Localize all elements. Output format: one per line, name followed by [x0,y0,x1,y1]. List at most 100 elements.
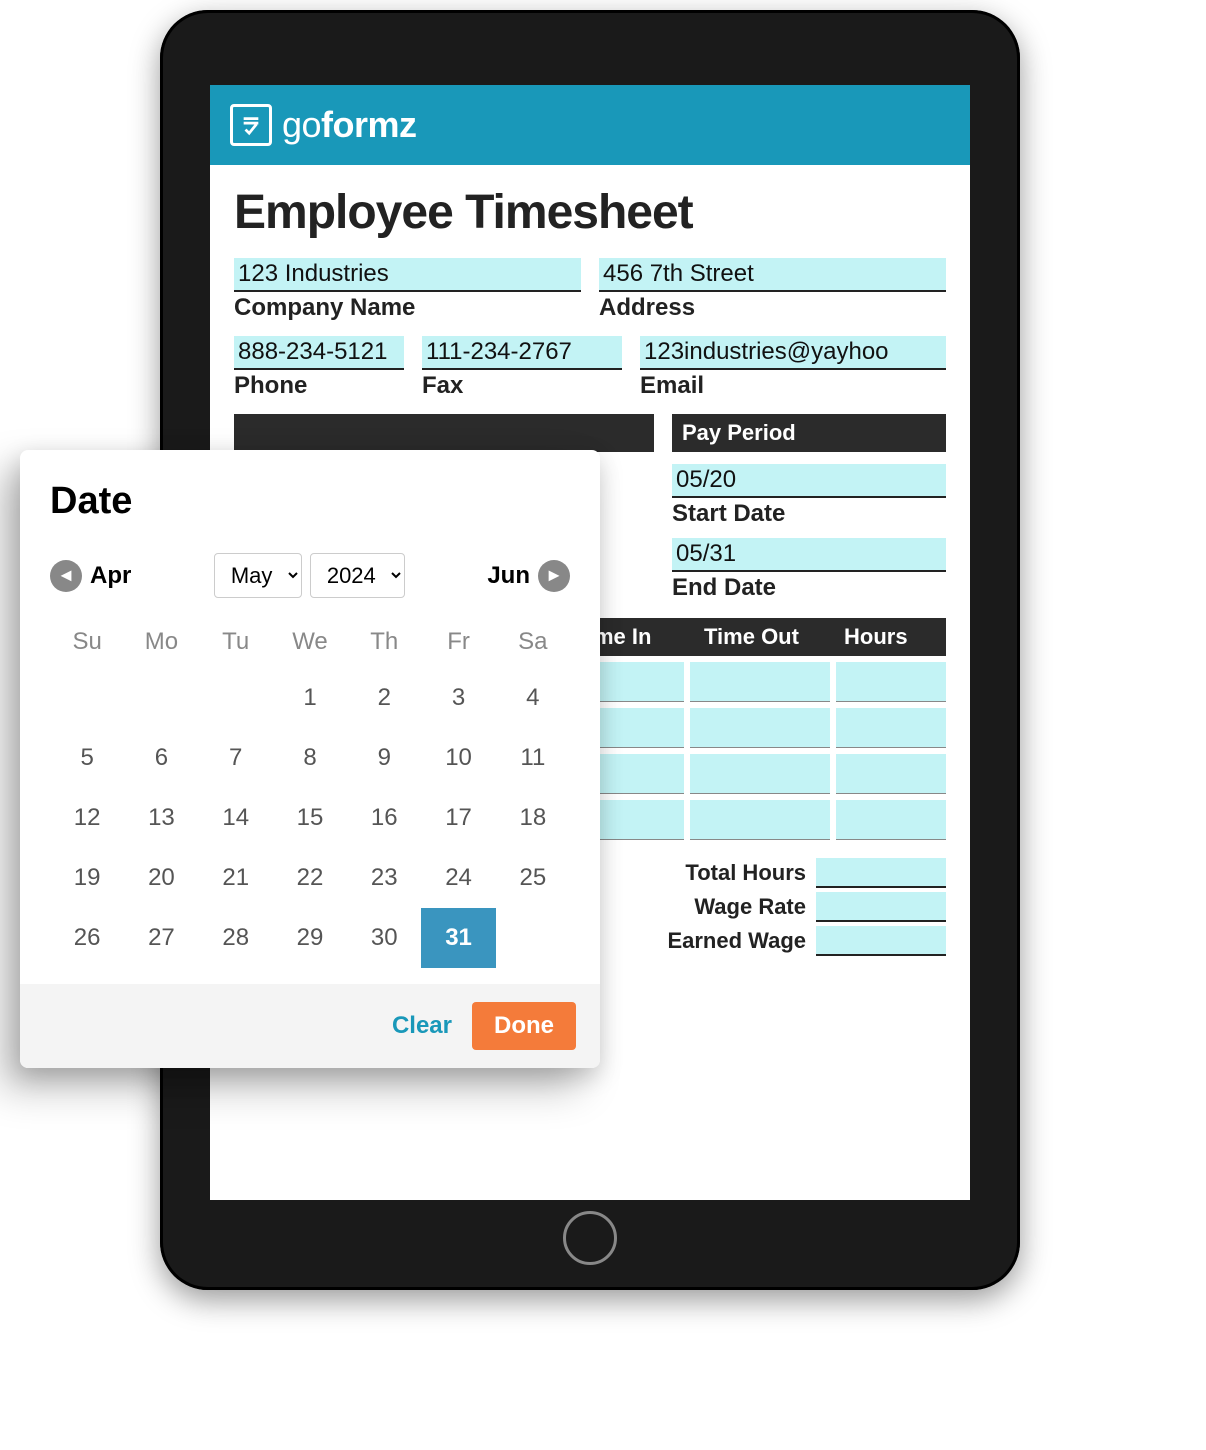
calendar-day[interactable]: 29 [273,908,347,968]
calendar-day[interactable]: 4 [496,668,570,728]
weekday-header: Th [347,616,421,668]
col-hours: Hours [836,618,946,656]
address-label: Address [599,294,946,322]
col-timeout: Time Out [696,618,836,656]
company-field[interactable]: 123 Industries Company Name [234,258,581,322]
logo-text: goformz [282,104,417,146]
datepicker-footer: Clear Done [20,984,600,1068]
table-cell[interactable] [836,662,946,702]
calendar-day[interactable]: 3 [421,668,495,728]
logo-text-bold: formz [321,104,417,145]
logo-icon [230,104,272,146]
calendar-day[interactable]: 15 [273,788,347,848]
calendar-day[interactable]: 14 [199,788,273,848]
table-cell[interactable] [690,800,830,840]
calendar-day[interactable]: 6 [124,728,198,788]
calendar-day[interactable]: 23 [347,848,421,908]
calendar-day[interactable]: 21 [199,848,273,908]
calendar-day[interactable]: 27 [124,908,198,968]
calendar-day[interactable]: 26 [50,908,124,968]
table-cell[interactable] [836,708,946,748]
company-label: Company Name [234,294,581,322]
address-value[interactable]: 456 7th Street [599,258,946,292]
start-date-field[interactable]: 05/20 Start Date [672,464,946,528]
datepicker-title: Date [50,480,570,523]
weekday-header: Sa [496,616,570,668]
table-cell[interactable] [690,708,830,748]
calendar-day[interactable]: 24 [421,848,495,908]
calendar-day[interactable]: 11 [496,728,570,788]
end-date-label: End Date [672,574,946,602]
calendar-day[interactable]: 8 [273,728,347,788]
phone-label: Phone [234,372,404,400]
calendar-day[interactable]: 12 [50,788,124,848]
document-title: Employee Timesheet [234,185,946,240]
clear-button[interactable]: Clear [392,1002,452,1050]
table-cell[interactable] [836,754,946,794]
prev-month-button[interactable]: ◄ [50,560,82,592]
fax-label: Fax [422,372,622,400]
email-value[interactable]: 123industries@yayhoo [640,336,946,370]
start-date-value[interactable]: 05/20 [672,464,946,498]
calendar-empty [124,668,198,728]
end-date-field[interactable]: 05/31 End Date [672,538,946,602]
fax-field[interactable]: 111-234-2767 Fax [422,336,622,400]
calendar-day[interactable]: 30 [347,908,421,968]
calendar-day[interactable]: 5 [50,728,124,788]
calendar-day[interactable]: 13 [124,788,198,848]
email-label: Email [640,372,946,400]
weekday-header: Fr [421,616,495,668]
app-header: goformz [210,85,970,165]
calendar-day[interactable]: 18 [496,788,570,848]
calendar-day[interactable]: 10 [421,728,495,788]
logo-text-light: go [282,104,321,145]
datepicker-nav: ◄ Apr May 2024 Jun ► [50,553,570,598]
weekday-header: Su [50,616,124,668]
fax-value[interactable]: 111-234-2767 [422,336,622,370]
table-cell[interactable] [690,754,830,794]
total-hours-value[interactable] [816,858,946,888]
weekday-header: Tu [199,616,273,668]
calendar-grid: SuMoTuWeThFrSa12345678910111213141516171… [50,616,570,968]
weekday-header: Mo [124,616,198,668]
phone-field[interactable]: 888-234-5121 Phone [234,336,404,400]
calendar-day[interactable]: 9 [347,728,421,788]
calendar-day[interactable]: 7 [199,728,273,788]
datepicker-popup: Date ◄ Apr May 2024 Jun ► SuMoTuWeThFrSa… [20,450,600,1068]
left-section-bar [234,414,654,452]
start-date-label: Start Date [672,500,946,528]
calendar-day[interactable]: 22 [273,848,347,908]
calendar-day[interactable]: 2 [347,668,421,728]
calendar-day[interactable]: 25 [496,848,570,908]
year-select[interactable]: 2024 [310,553,405,598]
email-field[interactable]: 123industries@yayhoo Email [640,336,946,400]
calendar-day[interactable]: 16 [347,788,421,848]
calendar-day[interactable]: 28 [199,908,273,968]
arrow-right-icon: ► [545,565,563,586]
pay-period-header: Pay Period [672,414,946,452]
arrow-left-icon: ◄ [57,565,75,586]
company-value[interactable]: 123 Industries [234,258,581,292]
prev-month-label: Apr [90,562,131,590]
calendar-day[interactable]: 20 [124,848,198,908]
table-cell[interactable] [690,662,830,702]
next-month-button[interactable]: ► [538,560,570,592]
end-date-value[interactable]: 05/31 [672,538,946,572]
phone-value[interactable]: 888-234-5121 [234,336,404,370]
calendar-day[interactable]: 17 [421,788,495,848]
calendar-day[interactable]: 1 [273,668,347,728]
calendar-day[interactable]: 31 [421,908,495,968]
earned-wage-value[interactable] [816,926,946,956]
col-timein: me In [586,618,696,656]
home-button[interactable] [563,1211,617,1265]
wage-rate-value[interactable] [816,892,946,922]
calendar-day[interactable]: 19 [50,848,124,908]
table-cell[interactable] [836,800,946,840]
next-month-label: Jun [487,562,530,590]
done-button[interactable]: Done [472,1002,576,1050]
month-select[interactable]: May [214,553,302,598]
calendar-empty [50,668,124,728]
total-hours-label: Total Hours [685,860,806,886]
address-field[interactable]: 456 7th Street Address [599,258,946,322]
wage-rate-label: Wage Rate [694,894,806,920]
